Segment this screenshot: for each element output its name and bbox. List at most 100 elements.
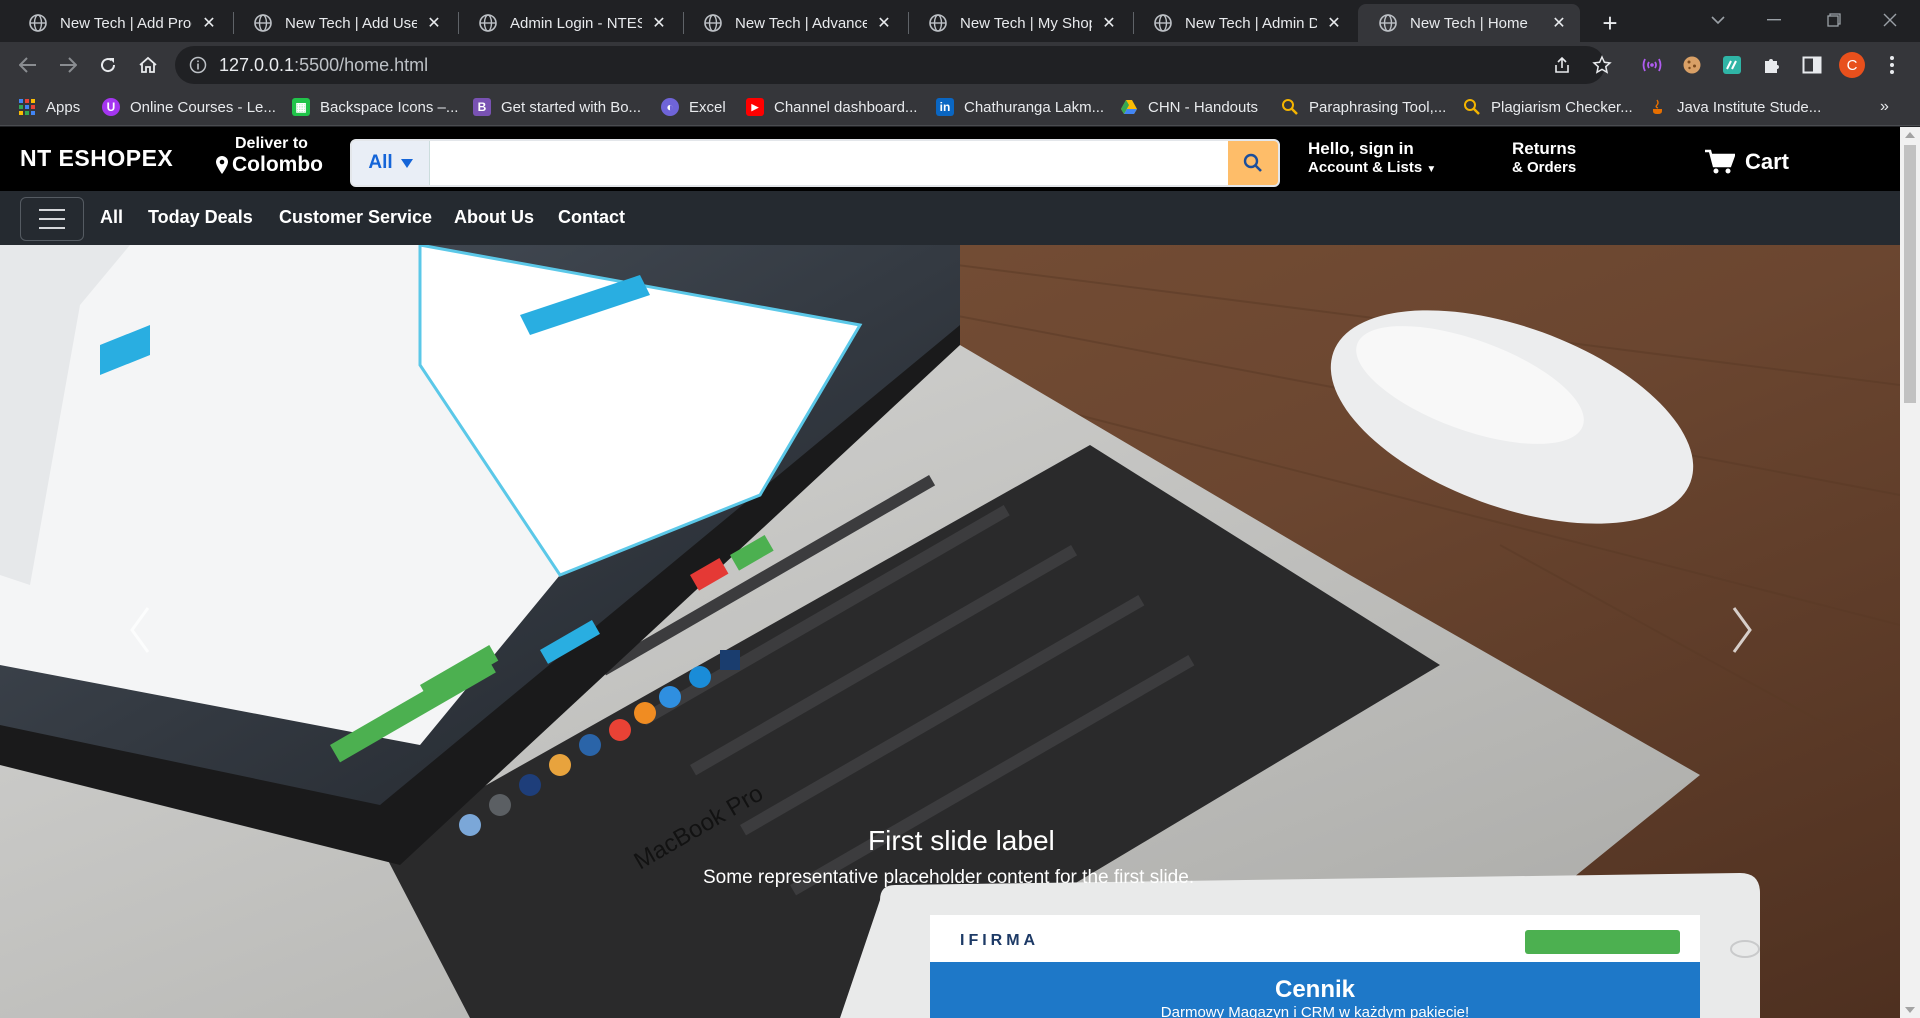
bookmark-label: Online Courses - Le... bbox=[130, 98, 276, 116]
account-label: Account & Lists ▼ bbox=[1308, 159, 1436, 176]
location-pin-icon bbox=[216, 156, 228, 174]
minimize-button[interactable] bbox=[1746, 0, 1802, 40]
home-button[interactable] bbox=[130, 47, 166, 83]
forward-button[interactable] bbox=[50, 47, 86, 83]
bookmark-apps[interactable]: Apps bbox=[18, 94, 80, 120]
cart-button[interactable]: Cart bbox=[1705, 149, 1789, 175]
back-button[interactable] bbox=[10, 47, 46, 83]
browser-tab[interactable]: New Tech | Advance S ✕ bbox=[683, 4, 905, 42]
hamburger-menu-button[interactable] bbox=[20, 197, 84, 241]
bookmark-item[interactable]: in Chathuranga Lakm... bbox=[936, 94, 1104, 120]
udemy-icon: U bbox=[102, 98, 120, 116]
youtube-icon: ▶ bbox=[746, 98, 764, 116]
close-tab-icon[interactable]: ✕ bbox=[650, 14, 668, 32]
account-lists[interactable]: Hello, sign in Account & Lists ▼ bbox=[1308, 139, 1436, 176]
bookmark-item[interactable]: Paraphrasing Tool,... bbox=[1281, 94, 1446, 120]
cookie-icon bbox=[1683, 56, 1701, 74]
close-window-button[interactable] bbox=[1862, 0, 1918, 40]
bookmark-item[interactable]: Java Institute Stude... bbox=[1649, 94, 1821, 120]
minimize-icon bbox=[1767, 19, 1781, 21]
deliver-to[interactable]: Deliver to Colombo bbox=[215, 135, 323, 177]
search-icon bbox=[1243, 153, 1262, 172]
scroll-up-icon[interactable] bbox=[1905, 132, 1915, 138]
deliver-label: Deliver to bbox=[235, 135, 308, 152]
tab-title: New Tech | Admin Da bbox=[1185, 14, 1317, 32]
url-host: 127.0.0.1 bbox=[219, 54, 295, 75]
close-tab-icon[interactable]: ✕ bbox=[200, 14, 218, 32]
apps-grid-icon bbox=[19, 99, 35, 115]
bookmarks-overflow-button[interactable]: » bbox=[1880, 98, 1889, 116]
bookmark-label: Backspace Icons –... bbox=[320, 98, 459, 116]
bookmark-item[interactable]: U Online Courses - Le... bbox=[102, 94, 276, 120]
avatar: C bbox=[1839, 52, 1865, 78]
extension-logo-icon bbox=[1723, 56, 1741, 74]
deliver-city: Colombo bbox=[232, 153, 323, 176]
carousel-next-icon[interactable] bbox=[1722, 600, 1762, 660]
search-category-select[interactable]: All bbox=[352, 141, 430, 185]
returns-orders[interactable]: Returns & Orders bbox=[1512, 139, 1576, 176]
site-logo[interactable]: NT ESHOPEX bbox=[20, 145, 173, 172]
browser-tab[interactable]: New Tech | Admin Da ✕ bbox=[1133, 4, 1355, 42]
search-category-value: All bbox=[368, 152, 393, 173]
close-tab-icon[interactable]: ✕ bbox=[1550, 14, 1568, 32]
browser-tab[interactable]: Admin Login - NTESH ✕ bbox=[458, 4, 680, 42]
bookmark-item[interactable]: ▶ Channel dashboard... bbox=[746, 94, 917, 120]
scrollbar-thumb[interactable] bbox=[1904, 145, 1916, 403]
nav-link-customer-service[interactable]: Customer Service bbox=[279, 207, 432, 228]
search-button[interactable] bbox=[1228, 141, 1278, 185]
carousel-prev-icon[interactable] bbox=[120, 600, 160, 660]
scroll-down-icon[interactable] bbox=[1905, 1007, 1915, 1013]
extension-button[interactable] bbox=[1718, 51, 1746, 79]
close-tab-icon[interactable]: ✕ bbox=[1325, 14, 1343, 32]
side-panel-button[interactable] bbox=[1798, 51, 1826, 79]
browser-menu-button[interactable] bbox=[1878, 51, 1906, 79]
close-tab-icon[interactable]: ✕ bbox=[425, 14, 443, 32]
arrow-left-icon bbox=[19, 57, 36, 73]
java-icon bbox=[1653, 99, 1662, 114]
nav-link-all[interactable]: All bbox=[100, 207, 123, 228]
reload-button[interactable] bbox=[90, 47, 126, 83]
bookmark-label: Get started with Bo... bbox=[501, 98, 642, 116]
bookmark-item[interactable]: ▦ Backspace Icons –... bbox=[292, 94, 458, 120]
chevron-down-icon bbox=[1711, 16, 1725, 25]
bookmark-star-button[interactable] bbox=[1588, 51, 1616, 79]
share-button[interactable] bbox=[1548, 51, 1576, 79]
magnifier-icon bbox=[1464, 99, 1480, 115]
browser-toolbar: 127.0.0.1:5500/home.html C bbox=[0, 42, 1920, 88]
new-tab-button[interactable]: + bbox=[1595, 8, 1625, 38]
bookmark-item[interactable]: B Get started with Bo... bbox=[473, 94, 641, 120]
extensions-menu-button[interactable] bbox=[1758, 51, 1786, 79]
restore-button[interactable] bbox=[1806, 0, 1862, 40]
carousel-slide-image: MacBook Pro IFIRMA Cennik Darmowy Magazy… bbox=[0, 245, 1900, 1018]
bookmark-label: Paraphrasing Tool,... bbox=[1309, 98, 1447, 116]
bookmark-label: Java Institute Stude... bbox=[1677, 98, 1822, 116]
nav-link-about-us[interactable]: About Us bbox=[454, 207, 534, 228]
bookmark-item[interactable]: ◐ Excel bbox=[661, 94, 726, 120]
close-tab-icon[interactable]: ✕ bbox=[1100, 14, 1118, 32]
nav-link-today-deals[interactable]: Today Deals bbox=[148, 207, 253, 228]
close-tab-icon[interactable]: ✕ bbox=[875, 14, 893, 32]
browser-tab[interactable]: New Tech | Add Produ ✕ bbox=[8, 4, 230, 42]
extension-wave-icon bbox=[1642, 58, 1662, 72]
bookmarks-bar: Apps U Online Courses - Le... ▦ Backspac… bbox=[0, 88, 1920, 126]
puzzle-icon bbox=[1765, 59, 1779, 73]
site-header: NT ESHOPEX Deliver to Colombo All Hello,… bbox=[0, 127, 1900, 191]
bookmark-item[interactable]: CHN - Handouts bbox=[1120, 94, 1258, 120]
bookmark-label: Plagiarism Checker... bbox=[1491, 98, 1633, 116]
browser-tab[interactable]: New Tech | Add User ✕ bbox=[233, 4, 455, 42]
address-bar[interactable]: 127.0.0.1:5500/home.html bbox=[175, 46, 1605, 84]
browser-tab[interactable]: New Tech | My Shopp ✕ bbox=[908, 4, 1130, 42]
globe-icon bbox=[29, 14, 47, 32]
cart-icon bbox=[1705, 149, 1735, 174]
extension-button[interactable] bbox=[1638, 51, 1666, 79]
profile-avatar[interactable]: C bbox=[1838, 51, 1866, 79]
page-scrollbar[interactable] bbox=[1900, 127, 1920, 1018]
carousel-caption-text: Some representative placeholder content … bbox=[703, 867, 1195, 888]
bootstrap-icon: B bbox=[473, 98, 491, 116]
nav-link-contact[interactable]: Contact bbox=[558, 207, 625, 228]
extension-button[interactable] bbox=[1678, 51, 1706, 79]
tab-search-button[interactable] bbox=[1690, 0, 1746, 40]
search-input[interactable] bbox=[430, 141, 1228, 185]
browser-tab-active[interactable]: New Tech | Home ✕ bbox=[1358, 4, 1580, 42]
bookmark-item[interactable]: Plagiarism Checker... bbox=[1463, 94, 1633, 120]
